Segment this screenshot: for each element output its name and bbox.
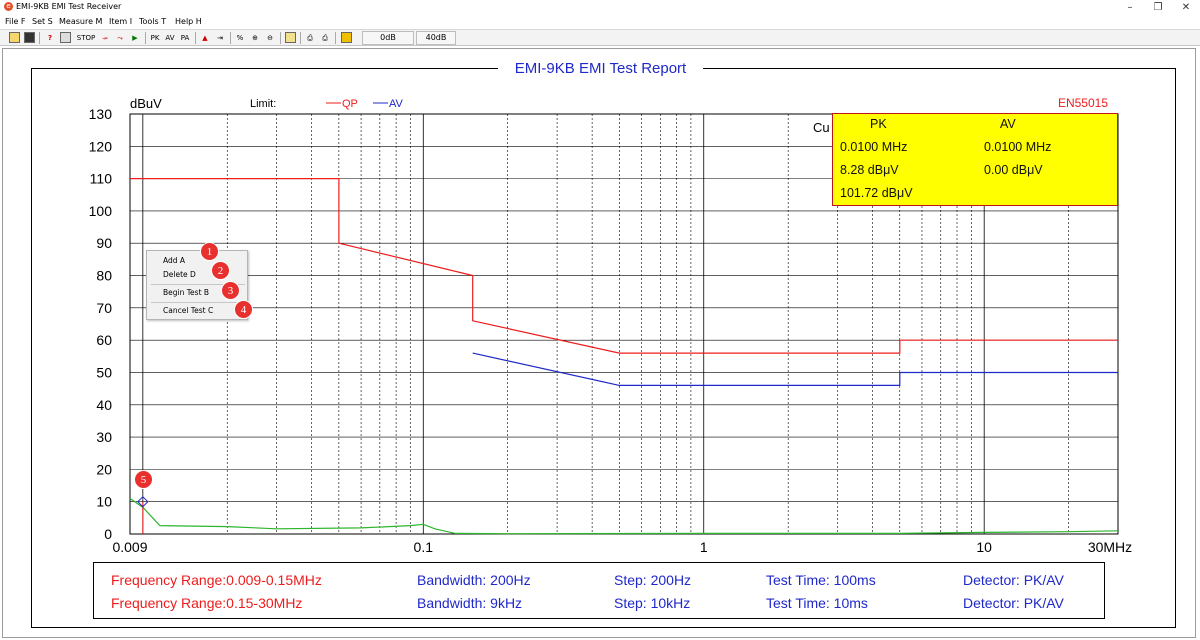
callout-badge-4: 4 xyxy=(234,300,253,319)
test-time-1: Test Time: 100ms xyxy=(766,572,876,588)
y-tick-label: 90 xyxy=(96,235,112,251)
y-tick-label: 120 xyxy=(89,138,113,154)
x-tick-label: 1 xyxy=(700,539,708,555)
test-time-2: Test Time: 10ms xyxy=(766,595,868,611)
y-tick-label: 40 xyxy=(96,397,112,413)
callout-badge-3: 3 xyxy=(221,281,240,300)
test-settings-table: Frequency Range:0.009-0.15MHz Bandwidth:… xyxy=(93,562,1105,619)
x-tick-label: 10 xyxy=(976,539,992,555)
y-tick-label: 110 xyxy=(90,171,113,187)
detector-1: Detector: PK/AV xyxy=(963,572,1064,588)
av-frequency: 0.0100 MHz xyxy=(984,140,1052,154)
y-tick-label: 10 xyxy=(96,494,112,510)
x-tick-label: 30MHz xyxy=(1088,539,1132,555)
cursor-label: Cu xyxy=(813,120,830,135)
series-measurement-line xyxy=(129,498,1119,535)
chart-series xyxy=(129,178,1119,535)
legend-qp-label: QP xyxy=(342,98,358,110)
cursor-readout-panel: PK AV 0.0100 MHz 0.0100 MHz 8.28 dBμV 0.… xyxy=(832,113,1118,206)
legend-av-label: AV xyxy=(389,98,404,110)
menu-cancel-test[interactable]: Cancel Test C xyxy=(163,306,213,315)
step-1: Step: 200Hz xyxy=(614,572,692,588)
menu-delete[interactable]: Delete D xyxy=(163,270,196,279)
standard-label: EN55015 xyxy=(1058,96,1108,110)
av-level: 0.00 dBμV xyxy=(984,163,1043,177)
pk-header: PK xyxy=(870,117,887,131)
y-tick-label: 130 xyxy=(89,106,113,122)
pk-frequency: 0.0100 MHz xyxy=(840,140,908,154)
y-tick-label: 60 xyxy=(96,332,112,348)
callout-badge-1: 1 xyxy=(200,242,219,261)
menu-begin-test[interactable]: Begin Test B xyxy=(163,288,209,297)
y-axis-unit: dBuV xyxy=(130,96,162,111)
margin-level: 101.72 dBμV xyxy=(840,186,913,200)
freq-range-2: Frequency Range:0.15-30MHz xyxy=(111,595,303,611)
pk-level: 8.28 dBμV xyxy=(840,163,899,177)
y-tick-label: 20 xyxy=(96,461,112,477)
emission-chart[interactable]: 01020304050607080901001101201300.009 0.1 1… xyxy=(0,0,1200,640)
x-tick-label: 0.009 xyxy=(112,539,147,555)
menu-add[interactable]: Add A xyxy=(163,256,185,265)
bandwidth-2: Bandwidth: 9kHz xyxy=(417,595,523,611)
step-2: Step: 10kHz xyxy=(614,595,691,611)
av-header: AV xyxy=(1000,117,1016,131)
series-av-line xyxy=(472,352,1118,386)
y-tick-label: 70 xyxy=(96,300,112,316)
x-tick-label: 0.1 xyxy=(414,539,434,555)
y-tick-label: 50 xyxy=(96,364,112,380)
callout-badge-2: 2 xyxy=(211,261,230,280)
limit-label: Limit: xyxy=(250,98,276,110)
y-tick-label: 80 xyxy=(96,268,112,284)
y-tick-label: 0 xyxy=(104,526,112,542)
detector-2: Detector: PK/AV xyxy=(963,595,1064,611)
bandwidth-1: Bandwidth: 200Hz xyxy=(417,572,531,588)
y-tick-label: 100 xyxy=(89,203,113,219)
callout-badge-5: 5 xyxy=(134,470,153,489)
y-tick-label: 30 xyxy=(96,429,112,445)
freq-range-1: Frequency Range:0.009-0.15MHz xyxy=(111,572,322,588)
